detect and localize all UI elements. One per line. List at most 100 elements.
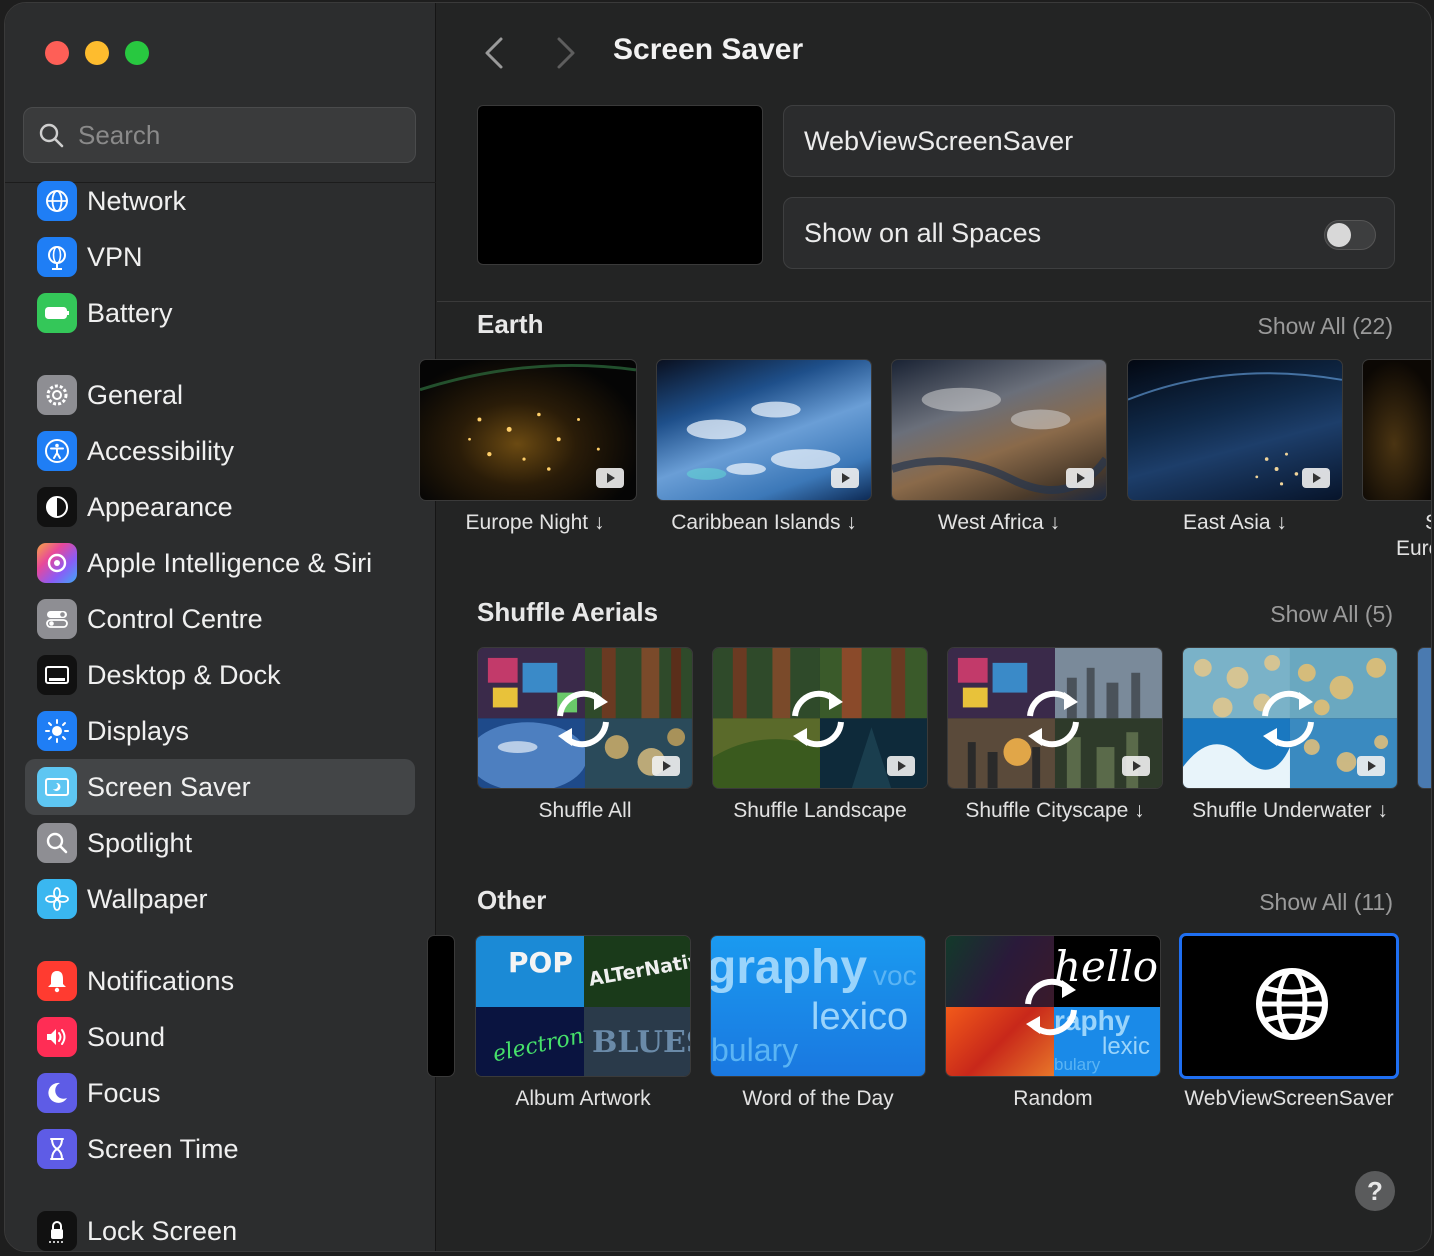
shuffle-icon (1027, 690, 1079, 748)
back-chevron-icon[interactable] (479, 35, 509, 71)
sidebar-item-spotlight[interactable]: Spotlight (25, 815, 415, 871)
sidebar-item-label: Battery (87, 297, 173, 328)
album-electronic-text: electronic (490, 1019, 584, 1068)
sidebar-item-notifications[interactable]: Notifications (25, 953, 415, 1009)
sidebar-item-wallpaper[interactable]: Wallpaper (25, 871, 415, 927)
section-title-other: Other (477, 885, 547, 915)
caption-shuffle-all: Shuffle All (538, 799, 632, 822)
sidebar-item-control-centre[interactable]: Control Centre (25, 591, 415, 647)
video-icon (887, 756, 915, 776)
sidebar-item-lock-screen[interactable]: Lock Screen (25, 1203, 415, 1251)
show-on-all-spaces-row: Show on all Spaces (783, 197, 1395, 269)
sidebar-item-screen-time[interactable]: Screen Time (25, 1121, 415, 1177)
thumb-webviewscreensaver[interactable] (1179, 933, 1399, 1079)
gear-icon (37, 375, 77, 415)
word-voc: voc (873, 960, 917, 991)
sidebar-item-focus[interactable]: Focus (25, 1065, 415, 1121)
thumb-shuffle-landscape[interactable] (712, 647, 928, 789)
thumb-europe-partial[interactable] (1362, 359, 1431, 501)
sidebar-item-label: Network (87, 185, 187, 216)
sidebar-item-label: Accessibility (87, 435, 235, 466)
show-all-earth-button[interactable]: Show All (22) (1257, 313, 1393, 340)
random-lexic-text: lexic (1102, 1033, 1151, 1060)
thumb-word-of-the-day[interactable]: graphy voc lexico bulary (710, 935, 926, 1077)
sidebar-item-network[interactable]: Network (25, 173, 415, 229)
thumb-east-asia[interactable] (1127, 359, 1343, 501)
sidebar-item-appearance[interactable]: Appearance (25, 479, 415, 535)
sidebar-item-label: Focus (87, 1077, 161, 1108)
current-saver-field[interactable]: WebViewScreenSaver (783, 105, 1395, 177)
album-blues-text: BLUES (592, 1025, 690, 1060)
current-saver-name: WebViewScreenSaver (804, 125, 1074, 156)
search-icon (39, 123, 64, 148)
sidebar-item-accessibility[interactable]: Accessibility (25, 423, 415, 479)
settings-window: Network VPN Battery Genera (4, 2, 1432, 1252)
show-on-all-spaces-toggle[interactable] (1324, 220, 1376, 250)
sidebar-item-general[interactable]: General (25, 367, 415, 423)
album-pop-text: POP (508, 946, 573, 979)
thumb-album-artwork[interactable]: POP ALTerNative electronic BLUES (475, 935, 691, 1077)
accessibility-icon (37, 431, 77, 471)
video-icon (596, 468, 624, 488)
sidebar-item-label: Displays (87, 715, 190, 746)
sidebar: Network VPN Battery Genera (5, 3, 436, 1251)
caption-europe-night: Europe Night ↓ (465, 511, 605, 534)
sidebar-item-label: General (87, 379, 184, 410)
thumb-caribbean-islands[interactable] (656, 359, 872, 501)
album-alternative: ALTerNative (584, 936, 691, 1007)
sidebar-item-battery[interactable]: Battery (25, 285, 415, 341)
show-all-shuffle-button[interactable]: Show All (5) (1270, 601, 1393, 628)
thumb-europe-night[interactable] (419, 359, 637, 501)
close-window-button[interactable] (45, 41, 69, 65)
thumb-other-partial[interactable] (427, 935, 455, 1077)
sidebar-item-label: Apple Intelligence & Siri (87, 547, 373, 578)
word-bulary: bulary (711, 1032, 799, 1068)
shuffle-icon (792, 690, 844, 748)
search-field[interactable] (23, 107, 416, 163)
thumb-random[interactable]: hello raphy lexic bulary (945, 935, 1161, 1077)
sidebar-item-desktop-dock[interactable]: Desktop & Dock (25, 647, 415, 703)
sidebar-item-label: Screen Time (87, 1133, 239, 1164)
shuffle-icon (1025, 978, 1077, 1036)
sidebar-item-sound[interactable]: Sound (25, 1009, 415, 1065)
section-title-earth: Earth (477, 309, 544, 339)
show-all-other-button[interactable]: Show All (11) (1259, 889, 1393, 916)
sidebar-item-screen-saver[interactable]: Screen Saver (25, 759, 415, 815)
thumb-west-africa[interactable] (891, 359, 1107, 501)
caption-partial-line2: Euro (1396, 537, 1431, 560)
forward-chevron-icon[interactable] (551, 35, 581, 71)
zoom-window-button[interactable] (125, 41, 149, 65)
album-alternative-text: ALTerNative (587, 947, 691, 991)
minimize-window-button[interactable] (85, 41, 109, 65)
section-title-shuffle-aerials: Shuffle Aerials (477, 597, 659, 627)
sidebar-item-apple-intelligence-siri[interactable]: Apple Intelligence & Siri (25, 535, 415, 591)
search-input[interactable] (78, 119, 398, 151)
vpn-icon (37, 237, 77, 277)
dock-icon (37, 655, 77, 695)
caption-random: Random (1013, 1087, 1093, 1110)
globe-icon (1256, 968, 1328, 1040)
sidebar-item-label: Appearance (87, 491, 233, 522)
sidebar-item-label: Spotlight (87, 827, 193, 858)
caption-caribbean-islands: Caribbean Islands ↓ (671, 511, 857, 534)
shuffle-icon (557, 690, 609, 748)
thumb-shuffle-cityscape[interactable] (947, 647, 1163, 789)
caption-webviewscreensaver: WebViewScreenSaver (1184, 1087, 1394, 1110)
word-lexico: lexico (811, 996, 909, 1038)
caption-word-of-the-day: Word of the Day (742, 1087, 894, 1110)
sidebar-item-label: Notifications (87, 965, 235, 996)
thumb-shuffle-all[interactable] (477, 647, 693, 789)
sidebar-item-label: Desktop & Dock (87, 659, 281, 690)
sidebar-item-label: Wallpaper (87, 883, 208, 914)
thumb-shuffle-underwater[interactable] (1182, 647, 1398, 789)
help-button[interactable]: ? (1355, 1171, 1395, 1211)
caption-west-africa: West Africa ↓ (937, 511, 1061, 534)
caption-east-asia: East Asia ↓ (1183, 511, 1287, 534)
battery-icon (37, 293, 77, 333)
caption-shuffle-cityscape: Shuffle Cityscape ↓ (965, 799, 1145, 822)
sidebar-item-displays[interactable]: Displays (25, 703, 415, 759)
sidebar-item-vpn[interactable]: VPN (25, 229, 415, 285)
thumb-shuffle-partial[interactable] (1417, 647, 1431, 789)
video-icon (1066, 468, 1094, 488)
displays-icon (37, 711, 77, 751)
